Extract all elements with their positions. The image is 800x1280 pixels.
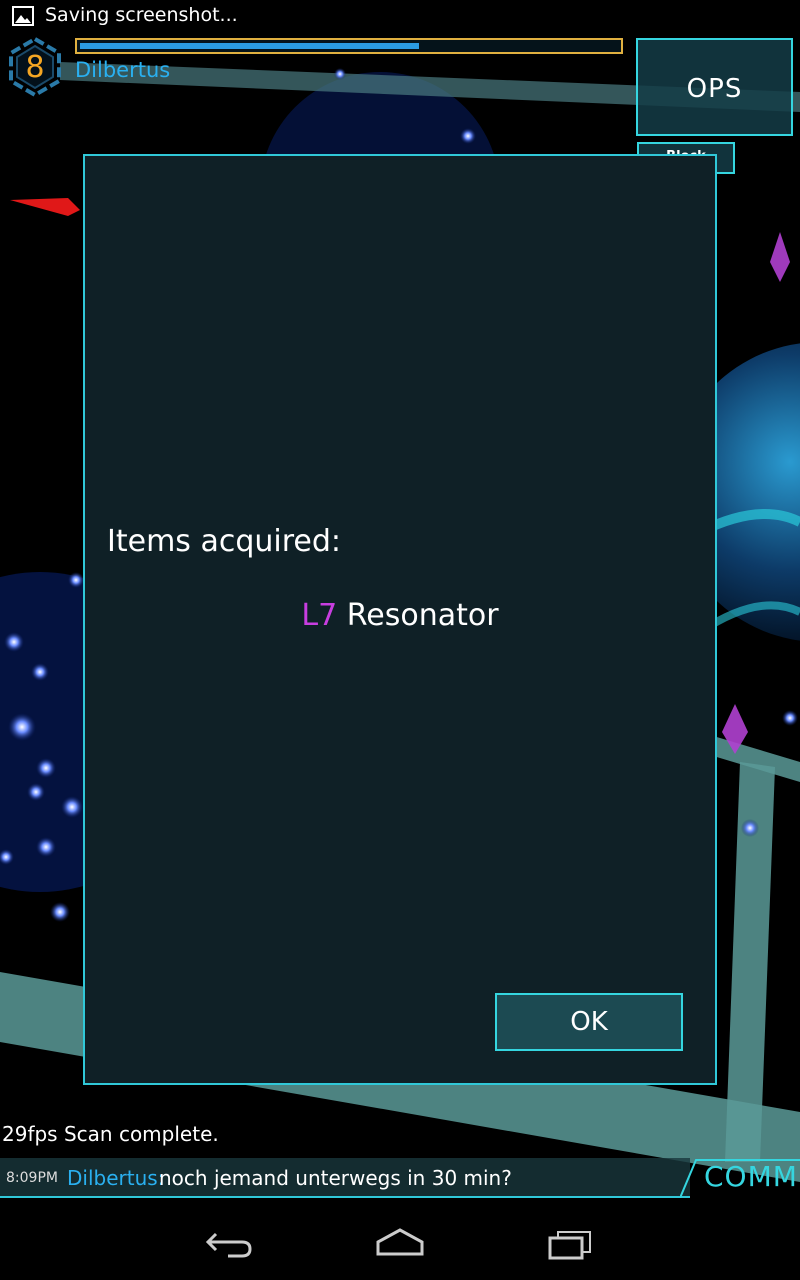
- navigation-bar: [0, 1204, 800, 1280]
- player-level: 8: [25, 50, 45, 85]
- dialog-title: Items acquired:: [107, 524, 342, 559]
- comm-button[interactable]: COMM: [680, 1158, 800, 1198]
- agent-name[interactable]: Dilbertus: [75, 58, 170, 82]
- chat-time: 8:09PM: [6, 1170, 58, 1186]
- ok-button-label: OK: [570, 1007, 608, 1037]
- fps-counter: 29fps: [2, 1122, 58, 1146]
- items-acquired-dialog: Items acquired: L7 Resonator OK: [83, 154, 717, 1085]
- back-icon[interactable]: [200, 1222, 260, 1262]
- ops-button-label: OPS: [686, 74, 743, 104]
- item-level: L7: [301, 598, 338, 633]
- home-icon[interactable]: [370, 1222, 430, 1262]
- scan-message: Scan complete.: [63, 1122, 219, 1146]
- comm-button-label: COMM: [704, 1160, 798, 1193]
- recents-icon[interactable]: [542, 1222, 602, 1262]
- comm-chat-line[interactable]: 8:09PM Dilbertus: noch jemand unterwegs …: [0, 1158, 690, 1198]
- item-name: Resonator: [346, 598, 499, 633]
- status-bar: Saving screenshot...: [0, 0, 800, 32]
- chat-message: noch jemand unterwegs in 30 min?: [159, 1166, 512, 1190]
- image-icon: [12, 6, 34, 26]
- xp-progress-fill: [80, 43, 419, 49]
- ops-button[interactable]: OPS: [636, 38, 793, 136]
- comm-bar[interactable]: 8:09PM Dilbertus: noch jemand unterwegs …: [0, 1158, 800, 1198]
- ok-button[interactable]: OK: [495, 993, 683, 1051]
- chat-sender[interactable]: Dilbertus:: [67, 1166, 164, 1190]
- status-notification-text: Saving screenshot...: [45, 4, 238, 26]
- scan-status-line: 29fps Scan complete.: [2, 1122, 219, 1146]
- xp-progress-bar: [75, 38, 623, 54]
- acquired-item: L7 Resonator: [85, 598, 715, 633]
